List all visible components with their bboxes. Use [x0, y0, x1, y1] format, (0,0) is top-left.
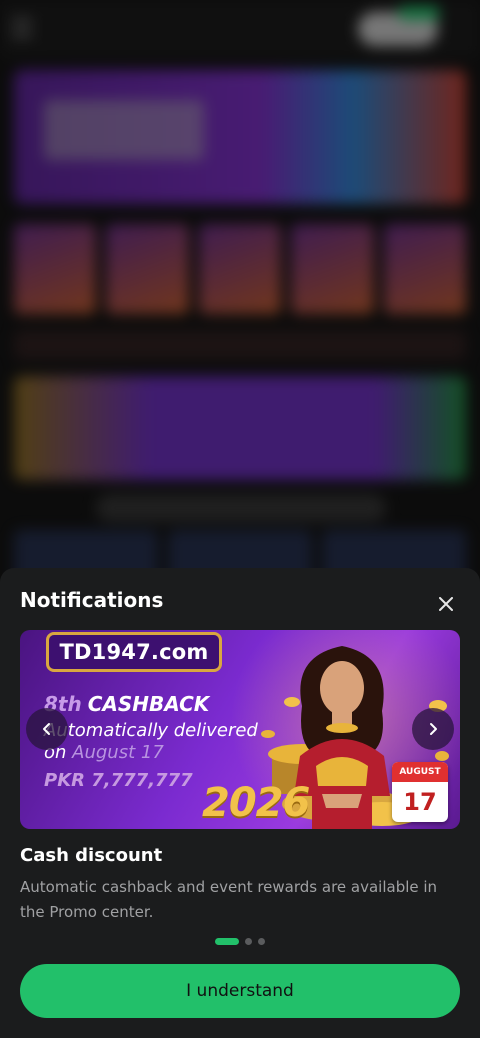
background-game-tile	[383, 224, 467, 314]
background-banner-text	[44, 100, 204, 160]
background-ticker	[14, 330, 466, 360]
background-register-button	[398, 6, 440, 20]
banner-headline-main: CASHBACK	[87, 692, 210, 716]
menu-icon	[12, 20, 32, 36]
page: Notifications TD1947.com 8th CASHBACK Aut…	[0, 0, 480, 1038]
banner-date-line: on August 17	[44, 742, 164, 763]
pagination-dot[interactable]	[258, 937, 265, 945]
calendar-month: AUGUST	[392, 762, 448, 782]
banner-subline: Automatically delivered	[44, 720, 258, 741]
close-button[interactable]	[430, 590, 462, 618]
banner-prize: PKR 7,777,777	[44, 770, 193, 791]
close-icon	[439, 597, 453, 611]
promo-carousel[interactable]: TD1947.com 8th CASHBACK Automatically del…	[20, 630, 460, 829]
chevron-right-icon	[430, 723, 437, 735]
background-game-tile	[198, 224, 282, 314]
understand-button[interactable]: I understand	[20, 964, 460, 1018]
brand-logo: TD1947.com	[46, 632, 222, 672]
pagination-dot[interactable]	[245, 937, 252, 945]
background-category-row	[96, 494, 386, 522]
notification-description: Automatic cashback and event rewards are…	[20, 878, 438, 921]
pagination-dot-active[interactable]	[215, 937, 239, 945]
background-game-tile	[291, 224, 374, 314]
background-game-tile	[106, 224, 189, 314]
calendar-icon: AUGUST 17	[392, 762, 448, 822]
carousel-next-button[interactable]	[412, 708, 454, 750]
brand-logo-text: TD1947.com	[59, 640, 209, 664]
notification-title: Cash discount	[20, 845, 163, 866]
background-jackpot	[14, 376, 466, 480]
carousel-pagination	[0, 937, 480, 945]
background-game-tile	[14, 224, 97, 314]
banner-date: August 17	[72, 742, 164, 763]
carousel-prev-button[interactable]	[26, 708, 68, 750]
banner-headline: 8th CASHBACK	[44, 692, 209, 716]
banner-year: 2026	[202, 780, 310, 826]
calendar-day: 17	[403, 788, 437, 816]
background-games-row	[14, 224, 467, 314]
notifications-sheet: Notifications TD1947.com 8th CASHBACK Aut…	[0, 568, 480, 1038]
chevron-left-icon	[43, 723, 50, 735]
sheet-title: Notifications	[20, 588, 164, 612]
background-app	[0, 0, 480, 600]
